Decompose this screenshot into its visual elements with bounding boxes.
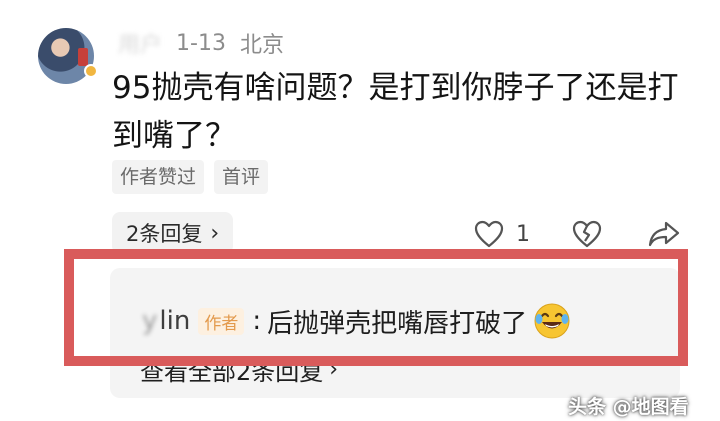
avatar-flag xyxy=(78,48,88,66)
share-arrow-icon xyxy=(648,221,680,247)
comment-meta: 用户 1-13 北京 xyxy=(118,27,284,59)
tag-author-liked: 作者赞过 xyxy=(112,160,205,194)
red-highlight-box xyxy=(64,249,688,366)
watermark: 头条 @地图看 xyxy=(568,396,689,418)
avatar-badge-icon xyxy=(84,64,98,78)
tag-first-comment: 首评 xyxy=(214,160,269,194)
username[interactable]: 用户 xyxy=(118,27,162,59)
heart-icon xyxy=(474,220,504,248)
comment-date: 1-13 xyxy=(176,30,226,56)
chevron-right-icon: › xyxy=(210,220,220,246)
reply-toggle-button[interactable]: 2条回复 › xyxy=(112,212,234,254)
comment-text: 95抛壳有啥问题？是打到你脖子了还是打到嘴了？ xyxy=(112,70,679,154)
comment-tags: 作者赞过 首评 xyxy=(112,160,269,194)
comment-location: 北京 xyxy=(239,33,284,58)
reply-toggle-label: 2条回复 xyxy=(126,222,203,246)
broken-heart-icon xyxy=(572,220,602,248)
like-button[interactable]: 1 xyxy=(474,214,530,254)
share-button[interactable] xyxy=(648,214,680,254)
like-count: 1 xyxy=(516,221,530,247)
dislike-button[interactable] xyxy=(572,214,602,254)
